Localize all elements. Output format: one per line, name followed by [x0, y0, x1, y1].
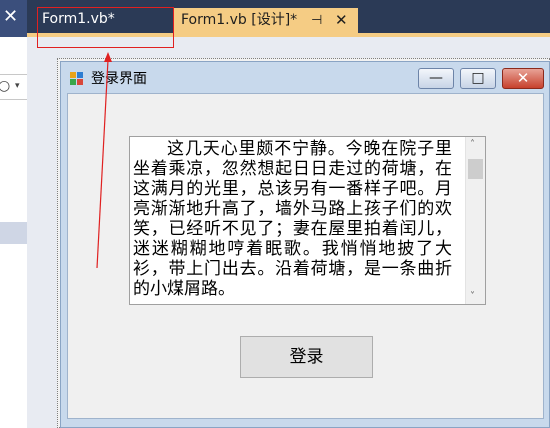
tab-form1-design[interactable]: Form1.vb [设计]* ⊣ ✕ — [173, 8, 358, 33]
form-title: 登录界面 — [91, 71, 147, 87]
left-panel-header: ✕ — [0, 0, 27, 37]
close-icon[interactable]: ✕ — [335, 8, 348, 33]
minimize-button[interactable]: — — [418, 68, 454, 89]
textbox-content: 这几天心里颇不宁静。今晚在院子里坐着乘凉，忽然想起日日走过的荷塘，在这满月的光里… — [133, 139, 452, 299]
close-button[interactable]: ✕ — [502, 68, 544, 89]
maximize-icon: □ — [471, 70, 485, 86]
close-icon[interactable]: ✕ — [3, 8, 18, 26]
circle-icon: ○ — [0, 78, 11, 94]
scroll-up-icon[interactable]: ˄ — [470, 139, 475, 150]
form-app-icon — [70, 72, 83, 85]
login-button[interactable]: 登录 — [240, 336, 373, 378]
minimize-icon: — — [429, 70, 443, 86]
tab-label: Form1.vb [设计]* — [181, 12, 298, 28]
left-side-panel: ✕ ○ ▾ — [0, 0, 27, 428]
chevron-down-icon[interactable]: ▾ — [15, 81, 20, 91]
multiline-textbox[interactable]: 这几天心里颇不宁静。今晚在院子里坐着乘凉，忽然想起日日走过的荷塘，在这满月的光里… — [129, 136, 486, 305]
maximize-button[interactable]: □ — [460, 68, 496, 89]
vertical-scrollbar[interactable]: ˄ ˅ — [465, 137, 485, 304]
left-panel-combo[interactable]: ○ ▾ — [0, 74, 27, 100]
pin-icon[interactable]: ⊣ — [311, 8, 322, 33]
annotation-highlight-box — [37, 7, 174, 48]
left-panel-selected-row[interactable] — [0, 222, 27, 244]
scrollbar-thumb[interactable] — [468, 159, 483, 179]
scroll-down-icon[interactable]: ˅ — [470, 291, 475, 302]
close-icon: ✕ — [516, 69, 530, 87]
